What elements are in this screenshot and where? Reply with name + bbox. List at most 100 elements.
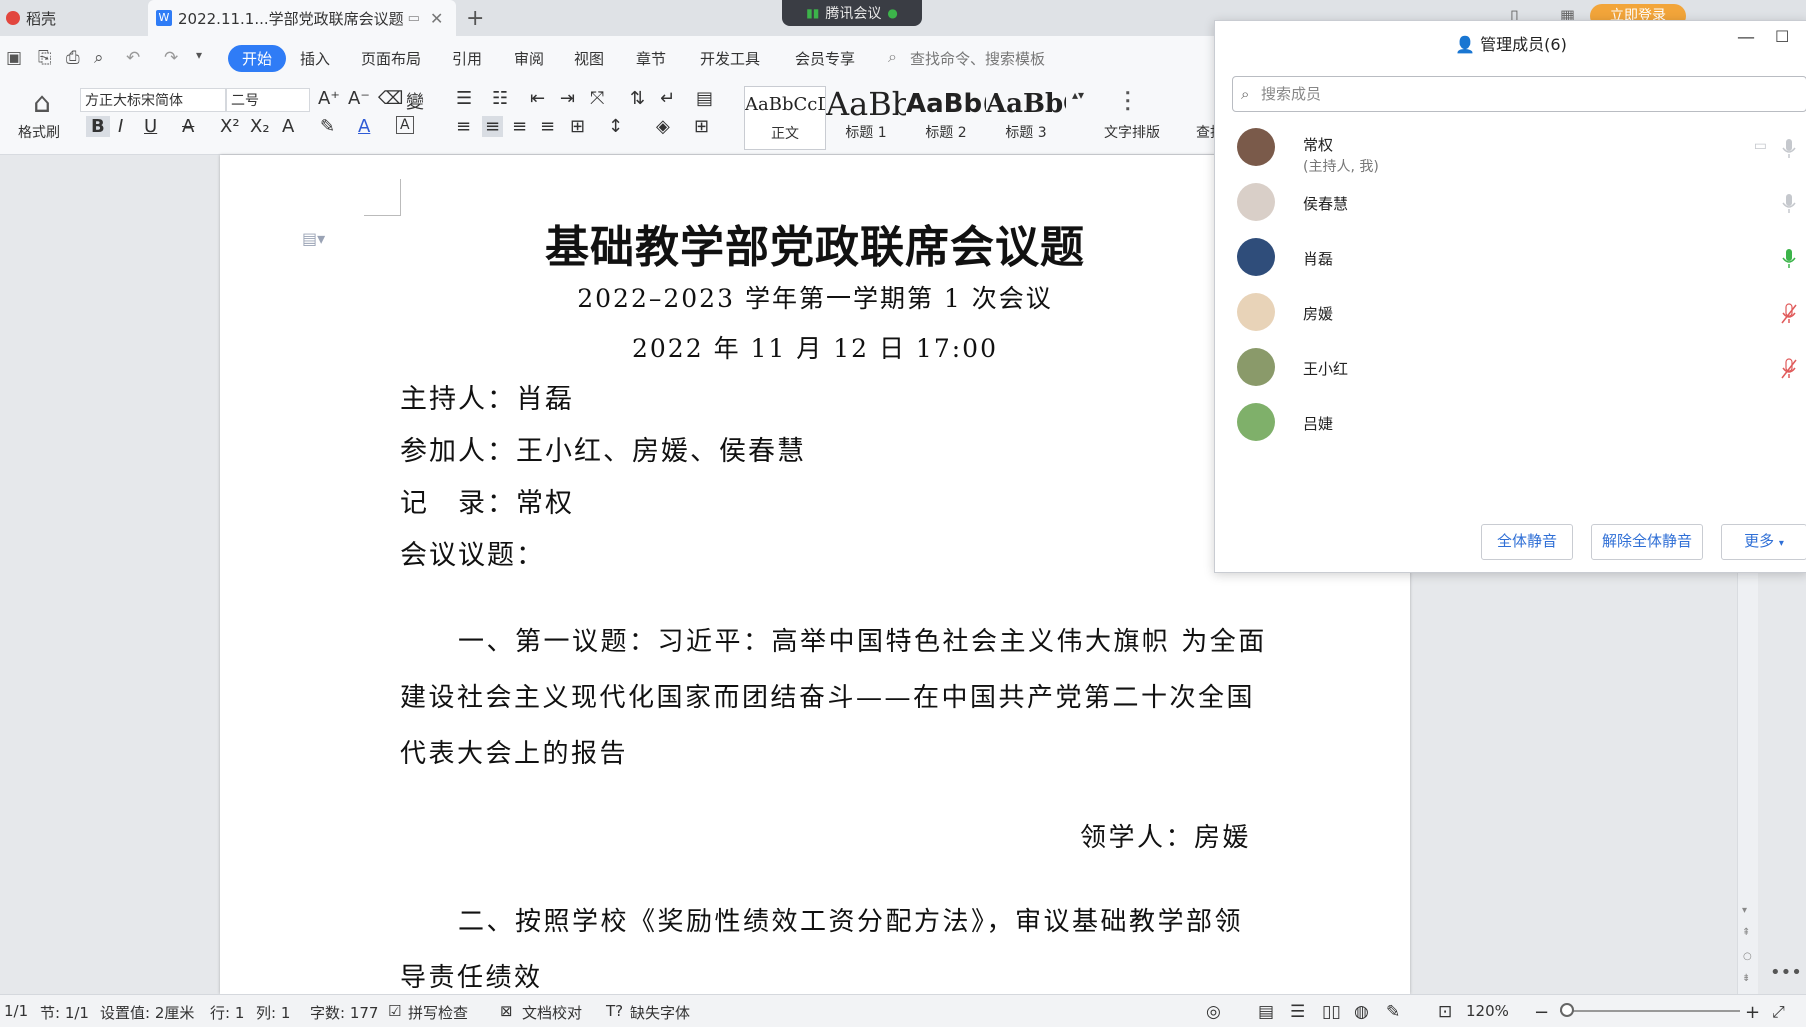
close-icon[interactable]: ✕	[430, 9, 443, 28]
redo-icon[interactable]: ↷	[164, 48, 178, 68]
select-browse-icon[interactable]: ○	[1743, 951, 1752, 962]
menu-home[interactable]: 开始	[228, 45, 287, 72]
status-word-count[interactable]: 字数: 177	[310, 1002, 378, 1023]
doc-proof-button[interactable]: 文档校对	[522, 1002, 582, 1023]
mic-active-icon[interactable]	[1781, 248, 1797, 270]
chevron-down-icon[interactable]: ▾	[196, 48, 202, 62]
text-layout-button[interactable]: 文字排版	[1104, 122, 1160, 142]
mute-all-button[interactable]: 全体静音	[1481, 524, 1573, 560]
strikethrough-icon[interactable]: A	[182, 116, 194, 137]
increase-indent-icon[interactable]: ⇥	[560, 88, 575, 109]
align-right-icon[interactable]: ≡	[512, 116, 527, 137]
member-search-input[interactable]: ⌕ 搜索成员	[1232, 76, 1806, 112]
menu-review[interactable]: 审阅	[514, 48, 544, 69]
preview-icon[interactable]: ⌕	[94, 48, 104, 68]
undo-icon[interactable]: ↶	[126, 48, 140, 68]
border-icon[interactable]: ⊞	[694, 116, 709, 137]
font-name-select[interactable]: 方正大标宋简体	[80, 88, 226, 112]
phonetic-icon[interactable]: 變	[406, 88, 424, 114]
eye-protect-icon[interactable]: ◎	[1206, 1002, 1221, 1022]
align-center-icon[interactable]: ≡	[482, 116, 504, 137]
number-list-icon[interactable]: ☷	[492, 88, 508, 109]
fullscreen-icon[interactable]: ⤢	[1772, 1002, 1785, 1022]
write-mode-icon[interactable]: ✎	[1386, 1002, 1400, 1022]
tab-document[interactable]: W 2022.11.1...学部党政联席会议题 ▭ ✕	[148, 0, 456, 36]
styles-more-icon[interactable]: ▴▾	[1072, 88, 1084, 102]
zoom-slider-thumb[interactable]	[1560, 1003, 1574, 1017]
mic-muted-icon[interactable]	[1781, 303, 1797, 325]
member-row[interactable]: 房媛	[1237, 293, 1797, 343]
menu-references[interactable]: 引用	[452, 48, 482, 69]
proof-icon[interactable]: ⊠	[500, 1002, 513, 1020]
mic-muted-icon[interactable]	[1781, 358, 1797, 380]
prev-page-icon[interactable]: ⇞	[1742, 927, 1750, 938]
member-row[interactable]: 肖磊	[1237, 238, 1797, 288]
reading-view-icon[interactable]: ▯▯	[1322, 1002, 1341, 1022]
shrink-font-icon[interactable]: A⁻	[348, 88, 370, 109]
line-spacing-icon[interactable]: ↕	[608, 116, 623, 137]
minimize-icon[interactable]: —	[1737, 27, 1755, 48]
show-marks-icon[interactable]: ↵	[660, 88, 675, 109]
subscript-icon[interactable]: X₂	[250, 116, 270, 137]
new-tab-icon[interactable]: +	[466, 6, 484, 31]
tencent-meeting-indicator[interactable]: ▮▮ 腾讯会议 ●	[782, 0, 922, 26]
next-page-icon[interactable]: ⇟	[1742, 973, 1750, 984]
more-button[interactable]: 更多 ▾	[1721, 524, 1806, 560]
grow-font-icon[interactable]: A⁺	[318, 88, 340, 109]
font-size-select[interactable]: 二号	[226, 88, 310, 112]
menu-view[interactable]: 视图	[574, 48, 604, 69]
style-normal[interactable]: AaBbCcDd 正文	[744, 86, 826, 150]
distributed-icon[interactable]: ⊞	[570, 116, 585, 137]
missing-font-icon[interactable]: T?	[606, 1002, 623, 1020]
member-row[interactable]: 吕婕	[1237, 403, 1797, 453]
tab-docer[interactable]: 稻壳	[0, 0, 148, 36]
zoom-level[interactable]: 120%	[1466, 1002, 1509, 1020]
underline-icon[interactable]: U	[144, 116, 157, 137]
shading-icon[interactable]: ◈	[656, 116, 670, 137]
page-view-icon[interactable]: ▤	[1258, 1002, 1274, 1022]
export-icon[interactable]: ⎘	[38, 48, 52, 68]
outline-view-icon[interactable]: ☰	[1290, 1002, 1305, 1022]
style-heading-3[interactable]: AaBbC 标题 3	[986, 86, 1066, 148]
status-section[interactable]: 节: 1/1	[40, 1002, 89, 1023]
menu-member[interactable]: 会员专享	[795, 48, 855, 69]
style-heading-1[interactable]: AaBb 标题 1	[826, 86, 906, 148]
font-color-icon[interactable]: A	[358, 116, 370, 137]
zoom-slider[interactable]	[1560, 1003, 1740, 1017]
member-row[interactable]: 王小红	[1237, 348, 1797, 398]
decrease-indent-icon[interactable]: ⇤	[530, 88, 545, 109]
chinese-layout-icon[interactable]: ⤧	[590, 88, 604, 109]
status-page[interactable]: 1/1	[4, 1002, 28, 1020]
highlight-icon[interactable]: ✎	[320, 116, 335, 137]
status-setting[interactable]: 设置值: 2厘米	[100, 1002, 194, 1023]
print-icon[interactable]: ⎙	[66, 48, 80, 68]
bullet-list-icon[interactable]: ☰	[456, 88, 472, 109]
maximize-icon[interactable]: ☐	[1775, 27, 1789, 46]
text-effect-icon[interactable]: A	[282, 116, 294, 137]
zoom-out-icon[interactable]: −	[1534, 1002, 1549, 1023]
missing-font-button[interactable]: 缺失字体	[630, 1002, 690, 1023]
clear-format-icon[interactable]: ⌫	[378, 88, 403, 109]
web-view-icon[interactable]: ◍	[1354, 1002, 1369, 1022]
member-row[interactable]: 常权 (主持人, 我) ▭	[1237, 128, 1797, 178]
sort-icon[interactable]: ⇅	[630, 88, 645, 109]
style-heading-2[interactable]: AaBb( 标题 2	[906, 86, 986, 148]
spell-check-button[interactable]: 拼写检查	[408, 1002, 468, 1023]
mic-icon[interactable]	[1781, 193, 1797, 215]
mic-icon[interactable]	[1781, 138, 1797, 160]
spell-check-icon[interactable]: ☑	[388, 1002, 401, 1020]
menu-insert[interactable]: 插入	[300, 48, 330, 69]
menu-chapter[interactable]: 章节	[636, 48, 666, 69]
member-row[interactable]: 侯春慧	[1237, 183, 1797, 233]
italic-icon[interactable]: I	[118, 116, 123, 137]
fit-page-icon[interactable]: ⊡	[1438, 1002, 1452, 1022]
bold-icon[interactable]: B	[86, 116, 110, 137]
char-border-icon[interactable]: A	[396, 116, 414, 134]
align-left-icon[interactable]: ≡	[456, 116, 471, 137]
zoom-in-icon[interactable]: +	[1745, 1002, 1760, 1023]
command-search[interactable]: 查找命令、搜索模板	[910, 48, 1045, 69]
scroll-down-icon[interactable]: ▾	[1742, 905, 1747, 916]
unmute-all-button[interactable]: 解除全体静音	[1591, 524, 1703, 560]
menu-page-layout[interactable]: 页面布局	[361, 48, 421, 69]
text-layout-icon[interactable]: ⫶	[1124, 86, 1131, 120]
